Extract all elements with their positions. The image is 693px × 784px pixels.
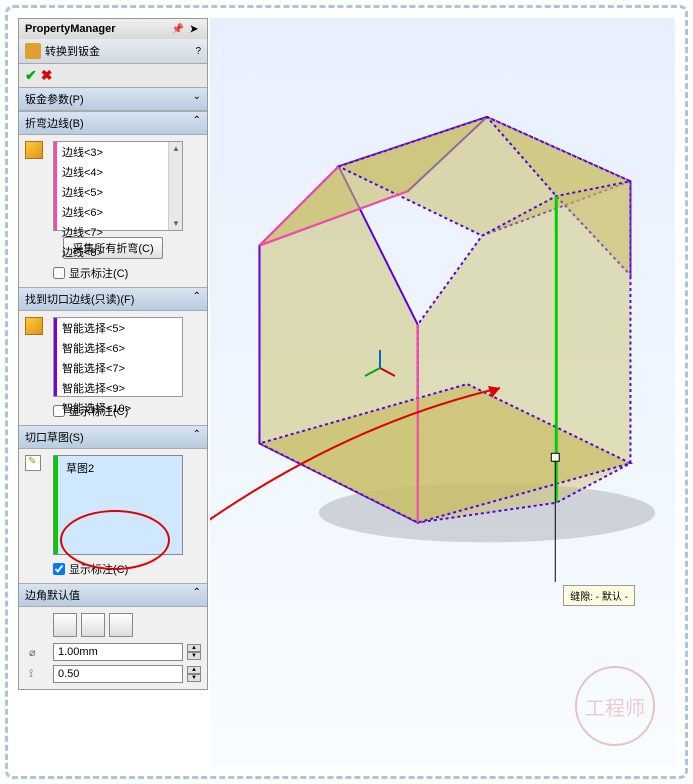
list-item: 智能选择<6> <box>54 338 182 358</box>
rip-sketch-list[interactable]: 草图2 <box>53 455 183 555</box>
section-bend-edges[interactable]: 折弯边线(B) ⌃ <box>19 111 207 135</box>
list-item[interactable]: 边线<4> <box>54 162 182 182</box>
section-found-edges[interactable]: 找到切口边线(只读)(F) ⌃ <box>19 287 207 311</box>
collapse-icon: ⌃ <box>193 291 201 307</box>
help-icon[interactable]: ? <box>195 46 201 57</box>
ratio-icon: ⟟ <box>29 668 49 681</box>
list-item: 智能选择<5> <box>54 318 182 338</box>
feature-title-bar: 转换到钣金 ? <box>19 39 207 64</box>
cancel-button[interactable]: ✖ <box>41 67 53 84</box>
list-item[interactable]: 边线<8> <box>54 242 182 262</box>
cube-icon <box>25 317 43 335</box>
sheetmetal-icon <box>25 43 41 59</box>
radius-input[interactable] <box>53 643 183 661</box>
found-edges-list: 智能选择<5> 智能选择<6> 智能选择<7> 智能选择<9> 智能选择<10> <box>53 317 183 397</box>
ratio-input[interactable] <box>53 665 183 683</box>
list-item[interactable]: 边线<6> <box>54 202 182 222</box>
pin-icon[interactable]: 📌 <box>171 22 185 36</box>
list-item[interactable]: 边线<3> <box>54 142 182 162</box>
3d-model[interactable] <box>210 18 675 766</box>
ok-button[interactable]: ✔ <box>25 67 37 84</box>
feature-name: 转换到钣金 <box>45 43 100 59</box>
scrollbar[interactable] <box>168 142 182 230</box>
list-item[interactable]: 边线<5> <box>54 182 182 202</box>
collapse-icon: ⌃ <box>193 587 201 603</box>
section-corner-defaults[interactable]: 边角默认值 ⌃ <box>19 583 207 607</box>
3d-viewport[interactable]: 缝隙: - 默认 - 工程师 <box>210 18 675 766</box>
expand-icon: ⌄ <box>193 91 201 107</box>
list-item[interactable]: 边线<7> <box>54 222 182 242</box>
watermark: 工程师 <box>575 666 655 746</box>
section-rip-sketch[interactable]: 切口草图(S) ⌃ <box>19 425 207 449</box>
spinner-down[interactable]: ▼ <box>187 652 201 660</box>
sketch-item[interactable]: 草图2 <box>54 456 182 480</box>
sketch-icon <box>25 455 41 471</box>
corner-type-2-icon[interactable] <box>81 613 105 637</box>
arrow-icon[interactable]: ➤ <box>187 22 201 36</box>
bend-edges-list[interactable]: 边线<3> 边线<4> 边线<5> 边线<6> 边线<7> 边线<8> <box>53 141 183 231</box>
pm-title: PropertyManager <box>25 23 115 35</box>
corner-type-1-icon[interactable] <box>53 613 77 637</box>
show-callout-checkbox-bend[interactable] <box>53 267 65 279</box>
list-item: 智能选择<9> <box>54 378 182 398</box>
radius-icon: ⌀ <box>29 646 49 659</box>
property-manager-panel: PropertyManager 📌 ➤ 转换到钣金 ? ✔ ✖ 钣金参数(P) … <box>18 18 208 690</box>
spinner-down[interactable]: ▼ <box>187 674 201 682</box>
collapse-icon: ⌃ <box>193 429 201 445</box>
origin-triad <box>360 348 400 388</box>
spinner-up[interactable]: ▲ <box>187 644 201 652</box>
cube-icon <box>25 141 43 159</box>
gap-tooltip: 缝隙: - 默认 - <box>563 585 635 606</box>
section-sheetmetal-params[interactable]: 钣金参数(P) ⌄ <box>19 87 207 111</box>
list-item: 智能选择<10> <box>54 398 182 418</box>
selection-handle[interactable] <box>551 453 559 461</box>
spinner-up[interactable]: ▲ <box>187 666 201 674</box>
pm-header: PropertyManager 📌 ➤ <box>19 19 207 39</box>
list-item: 智能选择<7> <box>54 358 182 378</box>
corner-type-3-icon[interactable] <box>109 613 133 637</box>
show-callout-checkbox-sketch[interactable] <box>53 563 65 575</box>
collapse-icon: ⌃ <box>193 115 201 131</box>
